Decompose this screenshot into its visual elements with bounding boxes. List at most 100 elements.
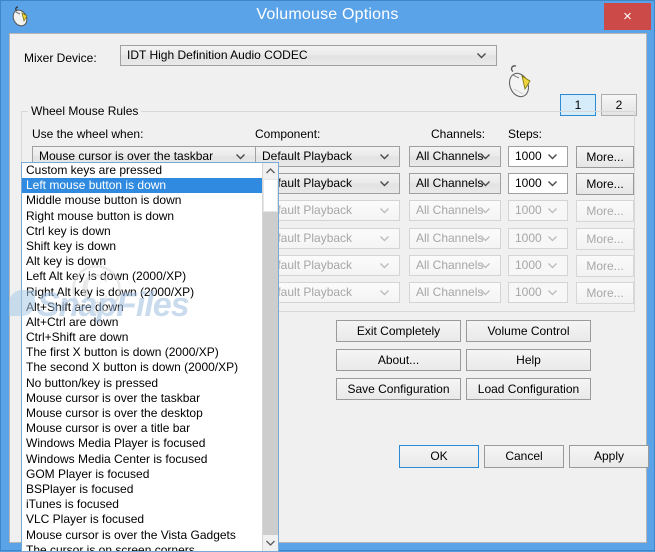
chevron-down-icon — [380, 174, 394, 193]
dropdown-item[interactable]: Mouse cursor is over the taskbar — [22, 391, 278, 406]
chevron-down-icon — [380, 201, 394, 220]
steps-value-1: 1000 — [515, 176, 542, 190]
steps-value-2: 1000 — [515, 203, 542, 217]
chevron-down-icon — [380, 256, 394, 275]
ok-button[interactable]: OK — [399, 445, 479, 468]
dropdown-item[interactable]: Windows Media Center is focused — [22, 452, 278, 467]
channels-value-0: All Channels — [416, 149, 484, 163]
scroll-down-icon[interactable] — [263, 535, 278, 551]
close-button[interactable]: × — [604, 3, 651, 30]
dropdown-item[interactable]: BSPlayer is focused — [22, 482, 278, 497]
chevron-down-icon — [481, 174, 495, 193]
scrollbar-track[interactable] — [263, 212, 278, 535]
mixer-device-label: Mixer Device: — [24, 51, 97, 65]
wheel-mouse-rules-title: Wheel Mouse Rules — [28, 104, 142, 118]
dropdown-item[interactable]: Alt key is down — [22, 254, 278, 269]
dropdown-item[interactable]: Right Alt key is down (2000/XP) — [22, 285, 278, 300]
channels-value-2: All Channels — [416, 203, 484, 217]
more-button-3: More... — [576, 228, 634, 250]
dropdown-item[interactable]: GOM Player is focused — [22, 467, 278, 482]
title-bar: Volumouse Options × — [1, 1, 654, 33]
channels-combo-0[interactable]: All Channels — [409, 146, 501, 167]
mixer-device-combo[interactable]: IDT High Definition Audio CODEC — [120, 45, 497, 66]
steps-value-4: 1000 — [515, 258, 542, 272]
steps-combo-2: 1000 — [508, 200, 568, 221]
mouse-graphic-icon — [503, 64, 537, 100]
dropdown-item[interactable]: Left Alt key is down (2000/XP) — [22, 269, 278, 284]
channels-value-3: All Channels — [416, 231, 484, 245]
dropdown-item[interactable]: Mouse cursor is over the Vista Gadgets — [22, 528, 278, 543]
component-value-0: Default Playback — [262, 149, 353, 163]
volumouse-options-window: Volumouse Options × Mixer Device: IDT Hi… — [0, 0, 655, 552]
chevron-down-icon — [548, 229, 562, 248]
chevron-down-icon — [481, 229, 495, 248]
header-channels: Channels: — [431, 127, 486, 141]
window-title: Volumouse Options — [256, 6, 399, 23]
apply-button[interactable]: Apply — [569, 445, 649, 468]
dropdown-item[interactable]: Ctrl+Shift are down — [22, 330, 278, 345]
dropdown-item[interactable]: Left mouse button is down — [22, 178, 278, 194]
header-component: Component: — [255, 127, 321, 141]
chevron-down-icon — [548, 283, 562, 302]
scrollbar-thumb[interactable] — [263, 179, 278, 212]
steps-value-0: 1000 — [515, 149, 542, 163]
channels-combo-1[interactable]: All Channels — [409, 173, 501, 194]
chevron-down-icon — [481, 201, 495, 220]
dropdown-item[interactable]: Right mouse button is down — [22, 209, 278, 224]
dropdown-item[interactable]: Middle mouse button is down — [22, 193, 278, 208]
channels-combo-5: All Channels — [409, 282, 501, 303]
mixer-device-value: IDT High Definition Audio CODEC — [127, 48, 308, 62]
dropdown-item[interactable]: Mouse cursor is over the desktop — [22, 406, 278, 421]
dropdown-item[interactable]: Ctrl key is down — [22, 224, 278, 239]
condition-dropdown-list[interactable]: Custom keys are pressed Left mouse button… — [21, 162, 279, 552]
chevron-down-icon — [481, 147, 495, 166]
more-button-0[interactable]: More... — [576, 146, 634, 168]
chevron-down-icon — [380, 229, 394, 248]
dropdown-items: Custom keys are pressed Left mouse button… — [22, 163, 278, 551]
dropdown-item[interactable]: VLC Player is focused — [22, 512, 278, 527]
about-button[interactable]: About... — [336, 349, 461, 371]
dropdown-item[interactable]: Alt+Ctrl are down — [22, 315, 278, 330]
save-configuration-button[interactable]: Save Configuration — [336, 378, 461, 400]
channels-combo-4: All Channels — [409, 255, 501, 276]
dropdown-item[interactable]: Windows Media Player is focused — [22, 436, 278, 451]
steps-combo-3: 1000 — [508, 228, 568, 249]
dropdown-item[interactable]: iTunes is focused — [22, 497, 278, 512]
header-steps: Steps: — [508, 127, 543, 141]
help-button[interactable]: Help — [466, 349, 591, 371]
volume-control-button[interactable]: Volume Control — [466, 320, 591, 342]
more-button-5: More... — [576, 282, 634, 304]
more-button-2: More... — [576, 200, 634, 222]
chevron-down-icon — [548, 256, 562, 275]
channels-value-4: All Channels — [416, 258, 484, 272]
channels-combo-3: All Channels — [409, 228, 501, 249]
channels-combo-2: All Channels — [409, 200, 501, 221]
steps-combo-0[interactable]: 1000 — [508, 146, 568, 167]
chevron-down-icon — [548, 174, 562, 193]
steps-combo-5: 1000 — [508, 282, 568, 303]
more-button-4: More... — [576, 255, 634, 277]
dropdown-item[interactable]: Alt+Shift are down — [22, 300, 278, 315]
dropdown-item[interactable]: The second X button is down (2000/XP) — [22, 360, 278, 375]
channels-value-1: All Channels — [416, 176, 484, 190]
steps-combo-1[interactable]: 1000 — [508, 173, 568, 194]
dropdown-item[interactable]: Mouse cursor is over a title bar — [22, 421, 278, 436]
chevron-down-icon — [380, 147, 394, 166]
dropdown-scrollbar[interactable] — [262, 163, 278, 551]
load-configuration-button[interactable]: Load Configuration — [466, 378, 591, 400]
scroll-up-icon[interactable] — [263, 163, 278, 179]
dropdown-item[interactable]: Shift key is down — [22, 239, 278, 254]
chevron-down-icon — [380, 283, 394, 302]
chevron-down-icon — [548, 147, 562, 166]
more-button-1[interactable]: More... — [576, 173, 634, 195]
condition-value-0: Mouse cursor is over the taskbar — [39, 149, 214, 163]
dropdown-item[interactable]: Custom keys are pressed — [22, 163, 278, 178]
steps-value-5: 1000 — [515, 285, 542, 299]
exit-completely-button[interactable]: Exit Completely — [336, 320, 461, 342]
chevron-down-icon — [481, 283, 495, 302]
cancel-button[interactable]: Cancel — [484, 445, 564, 468]
channels-value-5: All Channels — [416, 285, 484, 299]
dropdown-item[interactable]: No button/key is pressed — [22, 376, 278, 391]
dropdown-item[interactable]: The first X button is down (2000/XP) — [22, 345, 278, 360]
chevron-down-icon — [481, 256, 495, 275]
